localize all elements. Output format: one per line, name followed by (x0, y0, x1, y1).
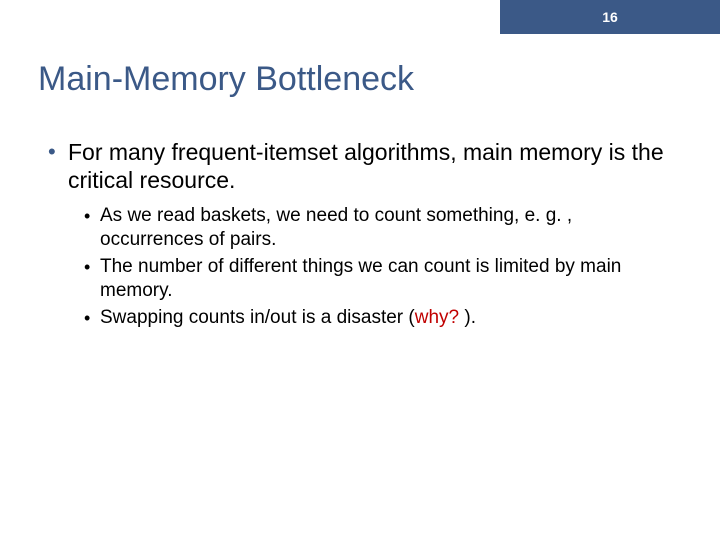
bullet-dot-icon: • (84, 306, 100, 330)
bullet-text: For many frequent-itemset algorithms, ma… (68, 138, 680, 194)
bullet-text: The number of different things we can co… (100, 255, 680, 303)
page-number: 16 (602, 9, 618, 25)
bullet-dot-icon: • (84, 204, 100, 252)
slide-body: • For many frequent-itemset algorithms, … (48, 138, 680, 333)
slide-title: Main-Memory Bottleneck (38, 60, 414, 99)
header-bar: 16 (500, 0, 720, 34)
bullet-dot-icon: • (84, 255, 100, 303)
bullet-level2: • The number of different things we can … (84, 255, 680, 303)
bullet-text-tail: ). (464, 307, 476, 328)
slide: 16 Main-Memory Bottleneck • For many fre… (0, 0, 720, 540)
bullet-level1: • For many frequent-itemset algorithms, … (48, 138, 680, 194)
why-text: why? (415, 307, 465, 328)
bullet-text: Swapping counts in/out is a disaster (wh… (100, 306, 476, 330)
bullet-level2: • As we read baskets, we need to count s… (84, 204, 680, 252)
bullet-text-part: Swapping counts in/out is a disaster ( (100, 307, 415, 328)
sub-bullet-group: • As we read baskets, we need to count s… (84, 204, 680, 330)
bullet-level2: • Swapping counts in/out is a disaster (… (84, 306, 680, 330)
bullet-text: As we read baskets, we need to count som… (100, 204, 680, 252)
bullet-dot-icon: • (48, 138, 68, 194)
